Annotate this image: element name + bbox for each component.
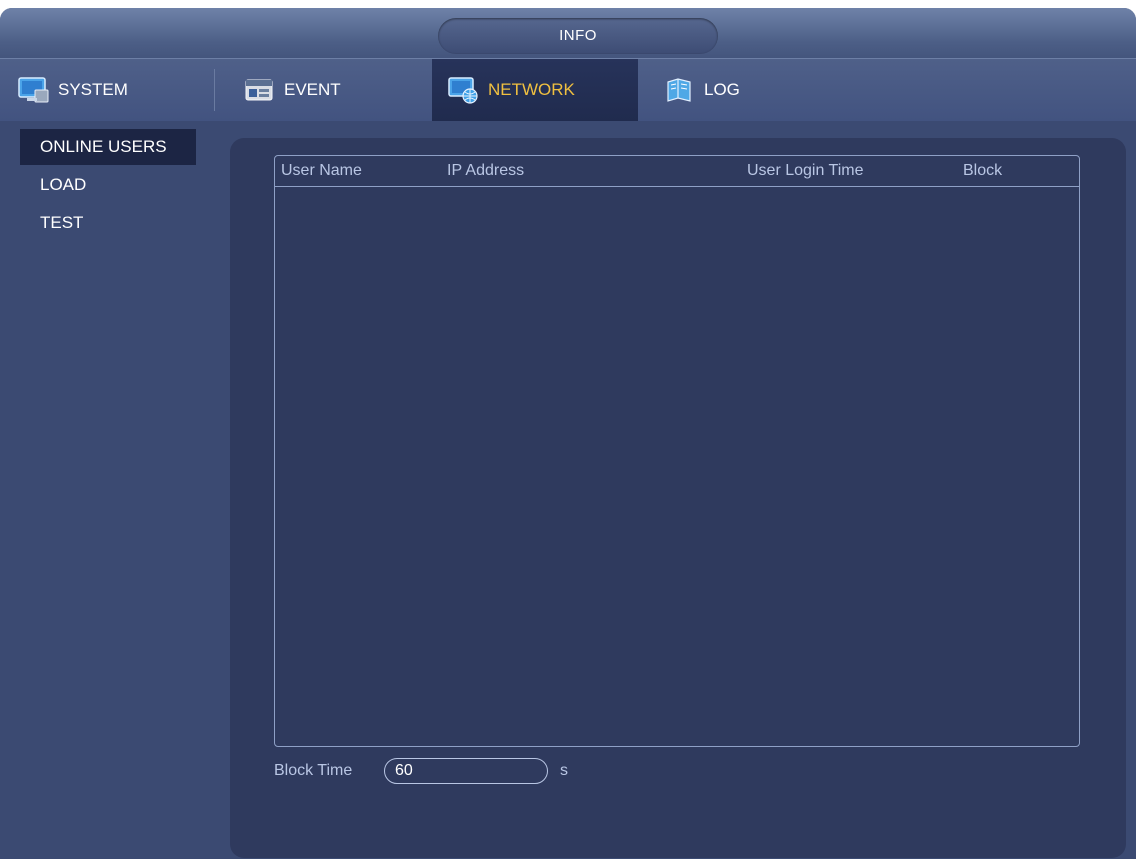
tab-event[interactable]: EVENT: [244, 59, 430, 121]
sidebar-item-test[interactable]: TEST: [20, 205, 192, 241]
tab-system[interactable]: SYSTEM: [18, 59, 214, 121]
tab-system-label: SYSTEM: [58, 80, 128, 99]
tab-log[interactable]: LOG: [664, 59, 844, 121]
column-header-login-time[interactable]: User Login Time: [747, 156, 864, 186]
sidebar-item-online-users[interactable]: ONLINE USERS: [20, 129, 196, 165]
column-header-block[interactable]: Block: [963, 156, 1002, 186]
block-time-input[interactable]: [384, 758, 548, 784]
block-time-label: Block Time: [274, 762, 353, 779]
sidebar-item-label: LOAD: [40, 175, 87, 194]
sidebar-item-label: ONLINE USERS: [40, 137, 167, 156]
tab-divider: [214, 69, 215, 111]
sidebar-item-load[interactable]: LOAD: [20, 167, 192, 203]
sidebar-item-label: TEST: [40, 213, 84, 232]
tab-network[interactable]: NETWORK: [432, 59, 638, 121]
online-users-table: User Name IP Address User Login Time Blo…: [274, 155, 1080, 747]
window-title: INFO: [438, 18, 718, 54]
app-window: INFO SYSTEM EVENT NETWORK LOG ONLINE USE…: [0, 8, 1136, 859]
tab-network-label: NETWORK: [488, 80, 575, 99]
content-panel: User Name IP Address User Login Time Blo…: [230, 138, 1126, 858]
system-monitor-icon: [18, 76, 50, 104]
table-body: [275, 187, 1079, 746]
tab-bar: SYSTEM EVENT NETWORK LOG: [0, 58, 1136, 121]
sidebar: ONLINE USERS LOAD TEST: [0, 121, 212, 859]
title-bar: INFO: [0, 8, 1136, 58]
column-header-ip-address[interactable]: IP Address: [447, 156, 524, 186]
log-book-icon: [664, 76, 696, 104]
tab-event-label: EVENT: [284, 80, 341, 99]
tab-log-label: LOG: [704, 80, 740, 99]
network-icon: [448, 76, 480, 104]
event-icon: [244, 76, 276, 104]
block-time-unit: s: [560, 762, 568, 779]
column-header-user-name[interactable]: User Name: [281, 156, 362, 186]
table-header: User Name IP Address User Login Time Blo…: [275, 156, 1079, 187]
